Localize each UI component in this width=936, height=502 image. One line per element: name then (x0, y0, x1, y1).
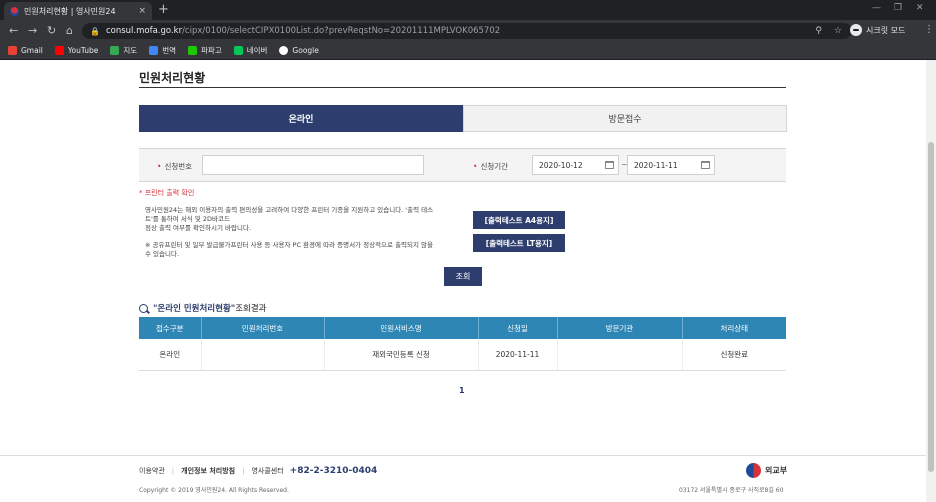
table-cell (200, 339, 324, 371)
table-cell: 온라인 (139, 339, 201, 371)
callcenter-phone: +82-2-3210-0404 (289, 466, 378, 476)
pagination-page-1[interactable]: 1 (459, 386, 465, 395)
table-cell[interactable]: 재외국민등록 신청 (323, 339, 478, 371)
tab-visit[interactable]: 방문접수 (463, 105, 787, 132)
result-title: "온라인 민원처리현황" 조회결과 (139, 302, 266, 314)
calendar-icon[interactable] (605, 161, 614, 169)
incognito-icon (850, 24, 862, 36)
url-path: /cipx/0100/selectCIPX0100List.do?prevReq… (182, 26, 501, 36)
reload-icon[interactable]: ↻ (47, 24, 56, 38)
url-bar[interactable]: 🔒 consul.mofa.go.kr /cipx/0100/selectCIP… (82, 23, 852, 39)
copyright: Copyright © 2019 영사민원24. All Rights Rese… (139, 487, 289, 494)
calendar-icon[interactable] (701, 161, 710, 169)
title-divider (139, 87, 786, 88)
naver-icon (233, 46, 243, 55)
column-header: 민원처리번호 (200, 317, 324, 339)
results-table: 접수구분 민원처리번호 민원서비스명 신청일 방문기관 처리상태 온라인 재외국… (139, 317, 786, 371)
bookmark-maps[interactable]: 지도 (110, 45, 137, 56)
home-icon[interactable]: ⌂ (66, 24, 73, 38)
new-tab-button[interactable]: + (158, 2, 169, 18)
google-icon (279, 46, 289, 55)
maps-icon (110, 46, 120, 55)
print-description: 영사민원24는 해외 이용자의 출력 편의성을 고려하여 다양한 프린터 기종을… (145, 206, 434, 232)
column-header: 민원서비스명 (323, 317, 478, 339)
page-scrollbar[interactable] (926, 60, 936, 502)
close-tab-icon[interactable]: × (138, 6, 146, 16)
browser-menu-icon[interactable]: ⋮ (924, 24, 934, 35)
minimize-icon[interactable]: — (872, 3, 881, 13)
papago-icon (188, 46, 198, 55)
bookmark-papago[interactable]: 파파고 (188, 45, 222, 56)
request-no-input[interactable] (202, 155, 424, 175)
scrollbar-thumb[interactable] (928, 142, 934, 472)
gmail-icon (8, 46, 17, 55)
lock-icon: 🔒 (90, 26, 100, 36)
bookmark-gmail[interactable]: Gmail (8, 46, 43, 55)
print-test-lt-button[interactable]: [출력테스트 LT용지] (473, 234, 565, 252)
search-button[interactable]: 조회 (444, 267, 482, 286)
table-cell (556, 339, 682, 371)
callcenter-label: 영사콜센터 (251, 467, 284, 475)
print-warning: ※ 공유프린터 및 일부 발급불가프린터 사용 등 사용자 PC 환경에 따라 … (145, 241, 434, 258)
table-cell: 신청완료 (681, 339, 786, 371)
incognito-indicator[interactable]: 시크릿 모드 (850, 24, 905, 36)
table-cell: 2020-11-11 (477, 339, 557, 371)
print-test-a4-button[interactable]: [출력테스트 A4용지] (473, 211, 565, 229)
close-window-icon[interactable]: ✕ (916, 3, 924, 13)
youtube-icon (54, 46, 64, 55)
bookmark-youtube[interactable]: YouTube (54, 46, 98, 55)
back-arrow-icon[interactable]: ← (9, 24, 18, 38)
privacy-link[interactable]: 개인정보 처리방침 (181, 466, 235, 476)
period-label: • 신청기간 (473, 162, 509, 171)
browser-tab-title: 민원처리현황 | 영사민원24 (24, 6, 116, 16)
column-header: 신청일 (477, 317, 557, 339)
ministry-logo[interactable]: 외교부 (746, 463, 787, 478)
browser-tab-strip: 민원처리현황 | 영사민원24 × + — ❐ ✕ (0, 0, 936, 20)
column-header: 방문기관 (556, 317, 682, 339)
bookmark-star-icon[interactable]: ☆ (834, 26, 842, 36)
taegeuk-emblem-icon (746, 463, 761, 478)
tab-online[interactable]: 온라인 (139, 105, 463, 132)
search-form: • 신청번호 • 신청기간 2020-10-12 ~ 2020-11-11 (139, 148, 786, 182)
page-title: 민원처리현황 (139, 71, 206, 85)
magnifier-icon (139, 303, 148, 313)
column-header: 접수구분 (139, 317, 201, 339)
bookmark-translate[interactable]: 번역 (149, 45, 176, 56)
column-header: 처리상태 (681, 317, 786, 339)
bookmark-google[interactable]: Google (279, 46, 319, 55)
terms-link[interactable]: 이용약관 (139, 466, 165, 476)
address-bar-row: ← → ↻ ⌂ 🔒 consul.mofa.go.kr /cipx/0100/s… (0, 20, 936, 42)
request-no-label: • 신청번호 (157, 162, 193, 171)
print-notice-heading: * 프린터 출력 확인 (139, 189, 195, 197)
table-header-row: 접수구분 민원처리번호 민원서비스명 신청일 방문기관 처리상태 (139, 317, 786, 339)
date-from-input[interactable]: 2020-10-12 (532, 155, 619, 175)
translate-icon (149, 46, 159, 55)
ministry-address: 03172 서울특별시 종로구 사직로8길 60 (679, 487, 784, 494)
footer-divider (0, 455, 926, 456)
browser-tab[interactable]: 민원처리현황 | 영사민원24 × (4, 2, 152, 20)
bookmark-naver[interactable]: 네이버 (233, 45, 267, 56)
footer-links: 이용약관 | 개인정보 처리방침 | 영사콜센터 +82-2-3210-0404 (139, 466, 378, 476)
incognito-label: 시크릿 모드 (866, 25, 906, 35)
site-favicon-icon (10, 6, 19, 16)
zoom-icon[interactable]: ⚲ (815, 26, 822, 36)
table-row[interactable]: 온라인 재외국민등록 신청 2020-11-11 신청완료 (139, 339, 786, 371)
bookmarks-bar: Gmail YouTube 지도 번역 파파고 네이버 Google (0, 42, 936, 60)
date-to-input[interactable]: 2020-11-11 (627, 155, 715, 175)
forward-arrow-icon[interactable]: → (28, 24, 37, 38)
restore-icon[interactable]: ❐ (894, 3, 902, 13)
url-host: consul.mofa.go.kr (105, 26, 183, 36)
